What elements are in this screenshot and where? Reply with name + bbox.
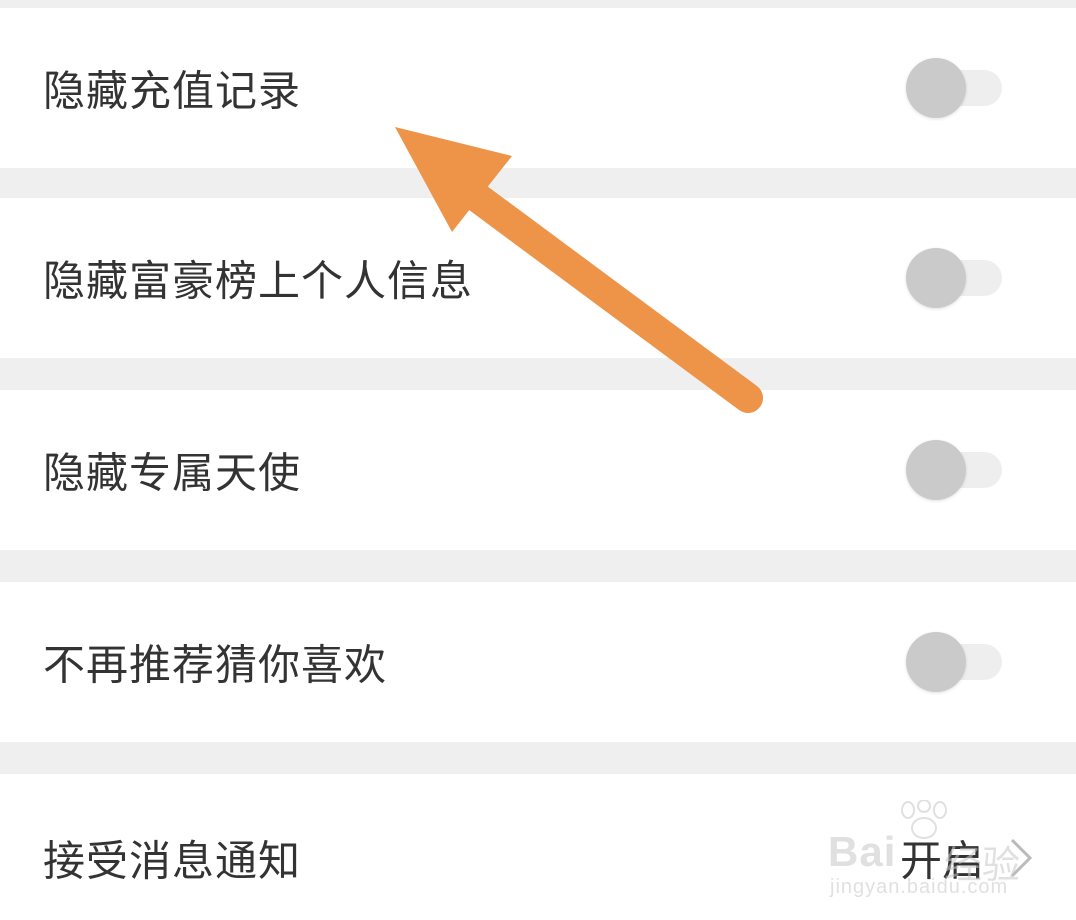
setting-row-hide-exclusive-angel[interactable]: 隐藏专属天使 [0, 390, 1076, 550]
toggle-thumb [906, 58, 966, 118]
setting-label: 不再推荐猜你喜欢 [43, 640, 388, 690]
hide-recharge-records-toggle[interactable] [906, 56, 1004, 120]
setting-row-hide-rich-list-info[interactable]: 隐藏富豪榜上个人信息 [0, 198, 1076, 358]
setting-label: 隐藏充值记录 [43, 66, 302, 116]
setting-row-hide-recharge-records[interactable]: 隐藏充值记录 [0, 8, 1076, 168]
setting-label: 隐藏专属天使 [43, 448, 302, 498]
top-gap [0, 0, 1076, 8]
hide-exclusive-angel-toggle[interactable] [906, 438, 1004, 502]
setting-row-no-recommend[interactable]: 不再推荐猜你喜欢 [0, 582, 1076, 742]
hide-rich-list-info-toggle[interactable] [906, 246, 1004, 310]
toggle-thumb [906, 248, 966, 308]
watermark-domain: jingyan.baidu.com [830, 876, 1009, 898]
watermark-brand: Bai [828, 828, 897, 875]
setting-label: 隐藏富豪榜上个人信息 [43, 256, 474, 306]
toggle-thumb [906, 632, 966, 692]
watermark-logo: Bai 经验 jingyan.baidu.com [826, 800, 1026, 900]
setting-label: 接受消息通知 [43, 836, 302, 886]
toggle-thumb [906, 440, 966, 500]
no-recommend-toggle[interactable] [906, 630, 1004, 694]
